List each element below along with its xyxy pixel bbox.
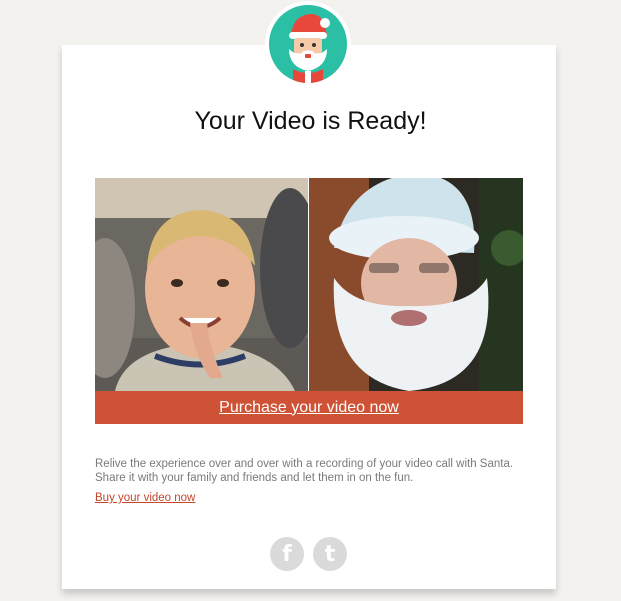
page-title: Your Video is Ready! xyxy=(194,107,427,135)
video-preview[interactable] xyxy=(95,178,523,391)
twitter-icon[interactable]: t xyxy=(313,537,347,571)
santa-video-frame xyxy=(309,178,523,391)
facebook-icon[interactable]: f xyxy=(270,537,304,571)
child-video-frame xyxy=(95,178,308,391)
santa-face-icon xyxy=(269,5,347,83)
purchase-video-link[interactable]: Purchase your video now xyxy=(219,399,399,417)
facebook-glyph: f xyxy=(282,541,292,567)
description-text: Relive the experience over and over with… xyxy=(95,458,514,484)
santa-logo xyxy=(265,1,351,87)
buy-video-link[interactable]: Buy your video now xyxy=(95,492,195,504)
twitter-glyph: t xyxy=(324,541,336,567)
purchase-banner[interactable]: Purchase your video now xyxy=(95,391,523,424)
